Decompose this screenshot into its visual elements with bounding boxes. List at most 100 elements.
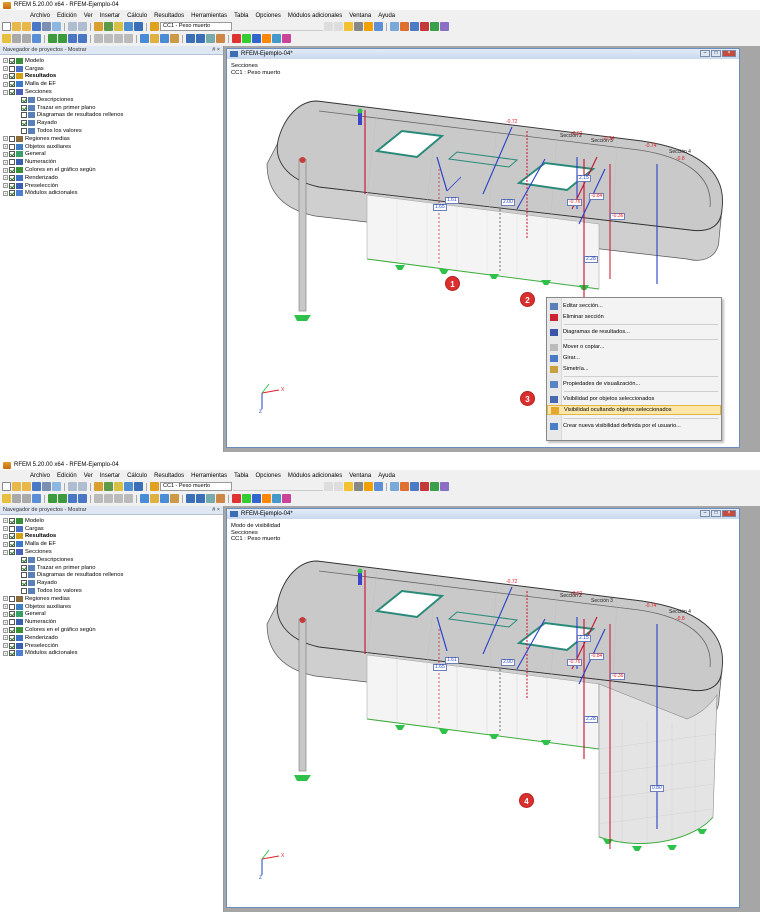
expand-toggle-icon[interactable]: + bbox=[3, 604, 8, 610]
table-view-icon[interactable] bbox=[186, 34, 195, 43]
table-icon[interactable] bbox=[124, 482, 133, 491]
hinge-icon[interactable] bbox=[242, 494, 251, 503]
redo-icon[interactable] bbox=[78, 482, 87, 491]
tree-item[interactable]: + Malla de EF bbox=[0, 80, 223, 88]
tree-item[interactable]: + Módulos adicionales bbox=[0, 650, 223, 658]
tree-item[interactable]: − Secciones bbox=[0, 548, 223, 556]
tree-item[interactable]: − Secciones bbox=[0, 88, 223, 96]
open-recent-icon[interactable] bbox=[22, 482, 31, 491]
tree-checkbox[interactable] bbox=[9, 81, 15, 88]
tree-checkbox[interactable] bbox=[9, 167, 15, 174]
tree-item[interactable]: + Cargas bbox=[0, 65, 223, 73]
table-view-icon[interactable] bbox=[186, 494, 195, 503]
menu-archivo[interactable]: Archivo bbox=[30, 13, 50, 19]
tree-checkbox[interactable] bbox=[9, 595, 15, 602]
view-z-icon[interactable] bbox=[114, 494, 123, 503]
ctx-result-diagrams[interactable]: Diagramas de resultados... bbox=[547, 327, 721, 337]
render-icon[interactable] bbox=[410, 482, 419, 491]
tree-checkbox[interactable] bbox=[9, 151, 15, 158]
ctx-visibility-selected[interactable]: Visibilidad por objetos seleccionados bbox=[547, 394, 721, 404]
tree-item[interactable]: Todos los valores bbox=[0, 587, 223, 595]
tree-checkbox[interactable] bbox=[21, 112, 27, 119]
module-2-icon[interactable] bbox=[272, 34, 281, 43]
menu-tabla[interactable]: Tabla bbox=[234, 13, 248, 19]
view-y-icon[interactable] bbox=[104, 494, 113, 503]
export-icon[interactable] bbox=[282, 34, 291, 43]
expand-toggle-icon[interactable]: + bbox=[3, 159, 8, 165]
tree-item[interactable]: Diagramas de resultados rellenos bbox=[0, 112, 223, 120]
tree-item[interactable]: Descripciones bbox=[0, 556, 223, 564]
comment-icon[interactable] bbox=[206, 494, 215, 503]
expand-toggle-icon[interactable]: + bbox=[3, 136, 8, 142]
expand-toggle-icon[interactable]: + bbox=[3, 619, 8, 625]
module-icon[interactable] bbox=[430, 482, 439, 491]
tree-item[interactable]: + Módulos adicionales bbox=[0, 190, 223, 198]
menu-ventana[interactable]: Ventana bbox=[349, 473, 371, 479]
ctx-move-copy[interactable]: Mover o copiar... bbox=[547, 342, 721, 352]
navigator-pin-close[interactable]: # × bbox=[212, 506, 220, 514]
menu-opciones[interactable]: Opciones bbox=[255, 473, 280, 479]
tree-checkbox[interactable] bbox=[9, 611, 15, 618]
support-icon[interactable] bbox=[232, 494, 241, 503]
guide-icon[interactable] bbox=[216, 34, 225, 43]
next-icon[interactable] bbox=[334, 22, 343, 31]
dimension-icon[interactable] bbox=[196, 494, 205, 503]
filter-icon[interactable] bbox=[374, 22, 383, 31]
tree-item[interactable]: + Modelo bbox=[0, 57, 223, 65]
tree-item[interactable]: + Resultados bbox=[0, 73, 223, 81]
tree-checkbox[interactable] bbox=[21, 104, 27, 111]
ctx-display-properties[interactable]: Propiedades de visualización... bbox=[547, 379, 721, 389]
tree-checkbox[interactable] bbox=[21, 128, 27, 135]
menu-insertar[interactable]: Insertar bbox=[100, 13, 120, 19]
close-button[interactable]: × bbox=[722, 510, 736, 517]
load-icon[interactable] bbox=[252, 34, 261, 43]
tree-item[interactable]: + Numeración bbox=[0, 158, 223, 166]
delete-icon[interactable] bbox=[420, 482, 429, 491]
expand-toggle-icon[interactable]: + bbox=[3, 66, 8, 72]
settings-icon[interactable] bbox=[440, 482, 449, 491]
calculate-icon[interactable] bbox=[104, 22, 113, 31]
pan-icon[interactable] bbox=[22, 494, 31, 503]
rotate-icon[interactable] bbox=[32, 494, 41, 503]
display-icon[interactable] bbox=[140, 494, 149, 503]
zoom-icon[interactable] bbox=[12, 494, 21, 503]
view-x-icon[interactable] bbox=[94, 34, 103, 43]
tree-item[interactable]: Trazar en primer plano bbox=[0, 564, 223, 572]
menu-ver[interactable]: Ver bbox=[84, 473, 93, 479]
expand-toggle-icon[interactable]: + bbox=[3, 183, 8, 189]
ctx-visibility-hiding[interactable]: Visibilidad ocultando objetos selecciona… bbox=[547, 405, 721, 415]
menu-calculo[interactable]: Cálculo bbox=[127, 473, 147, 479]
ctx-rotate[interactable]: Girar... bbox=[547, 353, 721, 363]
tree-checkbox[interactable] bbox=[9, 650, 15, 657]
menu-resultados[interactable]: Resultados bbox=[154, 13, 184, 19]
delete-icon[interactable] bbox=[420, 22, 429, 31]
tree-item[interactable]: + Preselección bbox=[0, 642, 223, 650]
menu-herramientas[interactable]: Herramientas bbox=[191, 13, 227, 19]
node-icon[interactable] bbox=[48, 34, 57, 43]
expand-toggle-icon[interactable]: + bbox=[3, 167, 8, 173]
tree-item[interactable]: + Objetos auxiliares bbox=[0, 143, 223, 151]
zoom-icon[interactable] bbox=[12, 34, 21, 43]
menu-ventana[interactable]: Ventana bbox=[349, 13, 371, 19]
results-icon[interactable] bbox=[114, 22, 123, 31]
tree-checkbox[interactable] bbox=[9, 73, 15, 80]
values-icon[interactable] bbox=[364, 482, 373, 491]
load-case-icon[interactable] bbox=[150, 22, 159, 31]
export-icon[interactable] bbox=[282, 494, 291, 503]
edit-icon[interactable] bbox=[94, 482, 103, 491]
expand-toggle-icon[interactable]: + bbox=[3, 190, 8, 196]
load-icon[interactable] bbox=[252, 494, 261, 503]
save-icon[interactable] bbox=[32, 482, 41, 491]
new-file-icon[interactable] bbox=[2, 22, 11, 31]
previous-icon[interactable] bbox=[324, 22, 333, 31]
tree-checkbox[interactable] bbox=[9, 159, 15, 166]
view-icon[interactable] bbox=[134, 482, 143, 491]
expand-toggle-icon[interactable]: + bbox=[3, 533, 8, 539]
tree-item[interactable]: + Regiones medias bbox=[0, 595, 223, 603]
view-y-icon[interactable] bbox=[104, 34, 113, 43]
print-graphic-icon[interactable] bbox=[52, 22, 61, 31]
select-icon[interactable] bbox=[2, 494, 11, 503]
graphic-canvas[interactable]: Modo de visibilidad Secciones CC1 : Peso… bbox=[227, 519, 739, 907]
ctx-edit-section[interactable]: Editar sección... bbox=[547, 301, 721, 311]
tree-item[interactable]: Descripciones bbox=[0, 96, 223, 104]
